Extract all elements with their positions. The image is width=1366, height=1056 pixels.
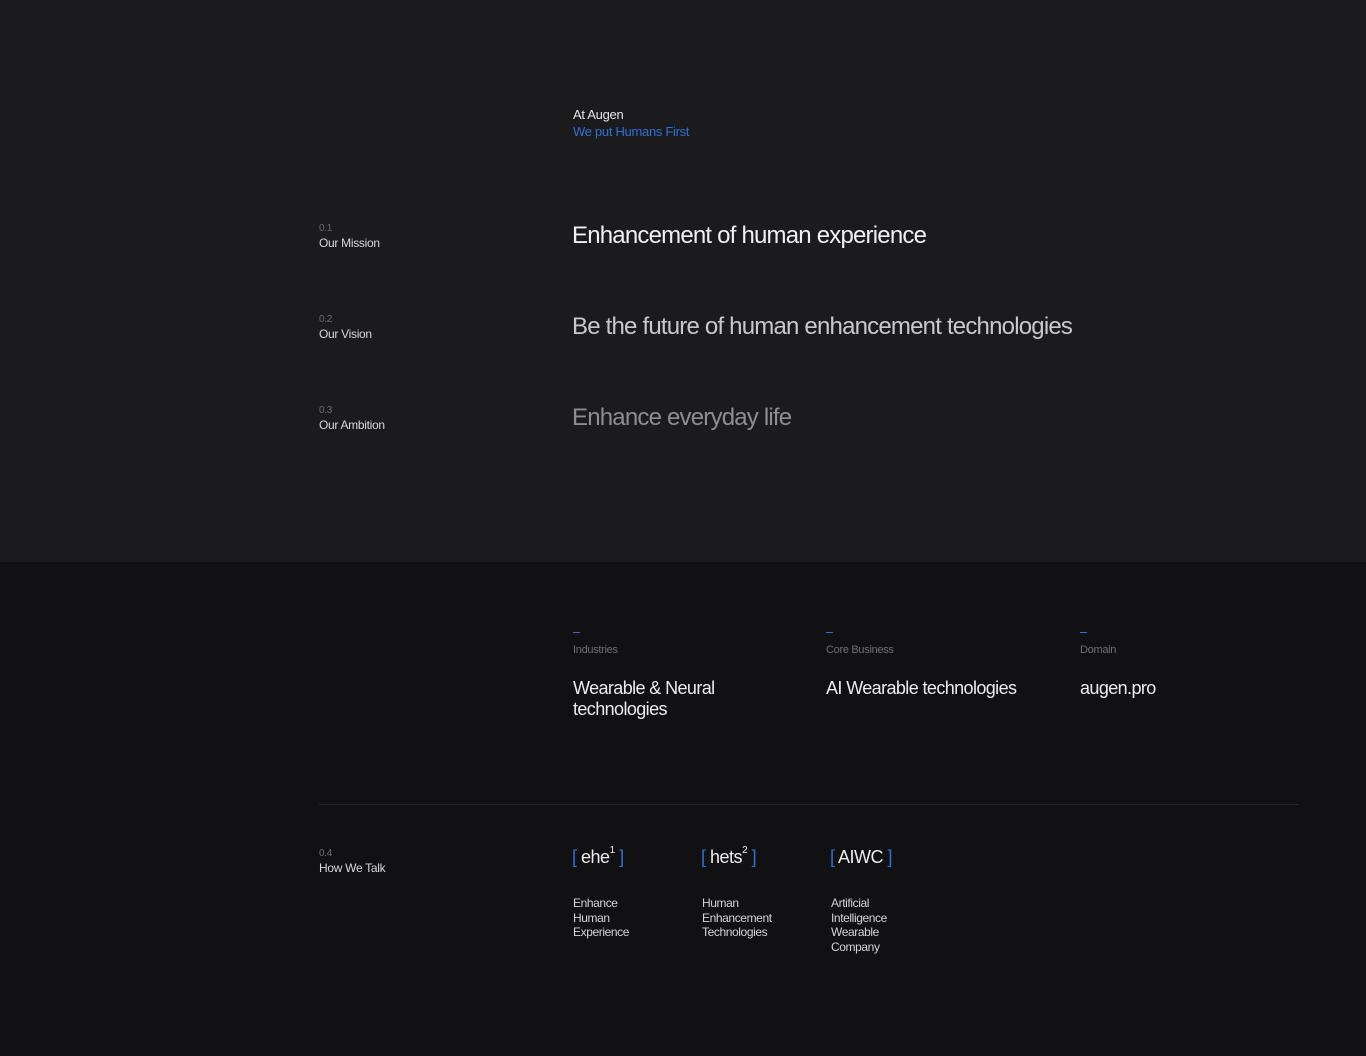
open-bracket: [ <box>701 847 706 867</box>
industries-value: Wearable & Neural technologies <box>573 678 715 719</box>
mission-number: 0.1 <box>319 223 333 234</box>
domain-dash <box>1080 632 1087 633</box>
term-superscript: 1 <box>609 845 616 856</box>
talk-label: How We Talk <box>319 861 386 875</box>
industries-dash <box>573 632 580 633</box>
mission-label: Our Mission <box>319 236 380 250</box>
vision-number: 0.2 <box>319 314 333 325</box>
ambition-number: 0.3 <box>319 405 333 416</box>
info-section <box>0 562 1366 1056</box>
core-business-value: AI Wearable technologies <box>826 678 1017 698</box>
section-divider <box>319 804 1299 805</box>
ambition-statement: Enhance everyday life <box>572 404 792 431</box>
intro-heading: At Augen <box>573 107 624 122</box>
core-business-dash <box>826 632 833 633</box>
domain-label: Domain <box>1080 644 1117 656</box>
close-bracket: ] <box>751 847 757 867</box>
close-bracket: ] <box>619 847 624 867</box>
mission-statement: Enhancement of human experience <box>572 222 927 249</box>
term-text: AIWC <box>838 847 884 867</box>
vision-statement: Be the future of human enhancement techn… <box>572 313 1073 340</box>
open-bracket: [ <box>572 847 577 867</box>
talk-number: 0.4 <box>319 848 333 859</box>
open-bracket: [ <box>830 847 835 867</box>
term-text: hets <box>710 847 743 867</box>
vision-label: Our Vision <box>319 327 372 341</box>
core-business-label: Core Business <box>826 644 894 656</box>
industries-label: Industries <box>573 644 618 656</box>
term-text: ehe <box>581 847 610 867</box>
term-superscript: 2 <box>742 845 748 856</box>
intro-tagline: We put Humans First <box>573 124 690 139</box>
term-aiwc-description: Artificial Intelligence Wearable Company <box>831 896 887 954</box>
term-hets-description: Human Enhancement Technologies <box>702 896 772 939</box>
term-ehe-description: Enhance Human Experience <box>573 896 630 939</box>
values-section <box>0 0 1366 562</box>
close-bracket: ] <box>887 847 893 867</box>
term-hets: [ hets2 ] <box>701 845 757 868</box>
term-aiwc: [ AIWC ] <box>830 847 893 868</box>
ambition-label: Our Ambition <box>319 418 385 432</box>
term-ehe: [ ehe1 ] <box>572 845 624 868</box>
domain-value[interactable]: augen.pro <box>1080 678 1156 699</box>
